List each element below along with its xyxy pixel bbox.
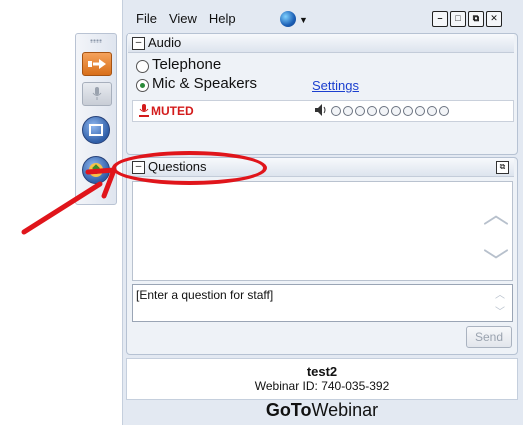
webinar-name: test2 [306, 364, 338, 379]
send-button[interactable]: Send [466, 326, 512, 348]
volume-meter [331, 106, 449, 116]
volume-level [331, 106, 341, 116]
screen-icon[interactable] [82, 116, 110, 144]
audio-header: – Audio [128, 34, 514, 53]
mic-speakers-radio[interactable] [136, 79, 149, 92]
telephone-label: Telephone [152, 56, 222, 73]
volume-level [379, 106, 389, 116]
popout-button[interactable]: ⧉ [468, 11, 484, 27]
microphone-muted-icon[interactable] [139, 104, 149, 120]
gotowebinar-logo: GoToWebinar [122, 400, 522, 425]
telephone-radio[interactable] [136, 60, 149, 73]
questions-log[interactable]: ︿ ﹀ [132, 181, 513, 281]
settings-link[interactable]: Settings [312, 78, 359, 93]
arrow-right-icon[interactable] [82, 52, 112, 76]
brand-goto: GoTo [265, 400, 312, 420]
volume-level [439, 106, 449, 116]
volume-level [343, 106, 353, 116]
globe-icon[interactable] [280, 11, 296, 27]
questions-popout-icon[interactable]: ⧉ [496, 161, 509, 174]
restore-button[interactable]: □ [450, 11, 466, 27]
webinar-info: test2 Webinar ID: 740-035-392 [126, 358, 518, 400]
volume-level [427, 106, 437, 116]
minimize-button[interactable]: – [432, 11, 448, 27]
chevron-up-icon[interactable]: ︿ [483, 194, 509, 231]
toolbar-grip[interactable] [90, 39, 102, 43]
volume-level [355, 106, 365, 116]
mic-speakers-label: Mic & Speakers [152, 75, 258, 92]
speaker-icon [315, 104, 329, 119]
webinar-id: Webinar ID: 740-035-392 [254, 379, 390, 393]
close-button[interactable]: ✕ [486, 11, 502, 27]
question-input-placeholder: [Enter a question for staff] [136, 288, 274, 302]
mute-status-row: MUTED [132, 100, 514, 122]
menu-file[interactable]: File [136, 9, 157, 29]
brand-webinar: Webinar [311, 400, 379, 420]
chevron-down-icon[interactable]: ﹀ [483, 242, 509, 279]
volume-level [415, 106, 425, 116]
volume-level [403, 106, 413, 116]
volume-level [391, 106, 401, 116]
scroll-up-icon[interactable]: ︿ [495, 286, 505, 301]
question-input[interactable]: [Enter a question for staff] ︿ ﹀ [132, 284, 513, 322]
audio-title: Audio [148, 35, 182, 50]
microphone-icon[interactable] [82, 82, 112, 106]
chevron-down-icon[interactable]: ▼ [299, 15, 308, 25]
muted-label: MUTED [151, 104, 194, 118]
menu-bar: File View Help [136, 9, 236, 29]
menu-help[interactable]: Help [209, 9, 236, 29]
volume-level [367, 106, 377, 116]
audio-collapse-button[interactable]: – [132, 37, 145, 50]
annotation-arrow [21, 167, 117, 235]
menu-view[interactable]: View [169, 9, 197, 29]
scroll-down-icon[interactable]: ﹀ [495, 303, 505, 318]
annotation-ellipse [112, 151, 267, 185]
